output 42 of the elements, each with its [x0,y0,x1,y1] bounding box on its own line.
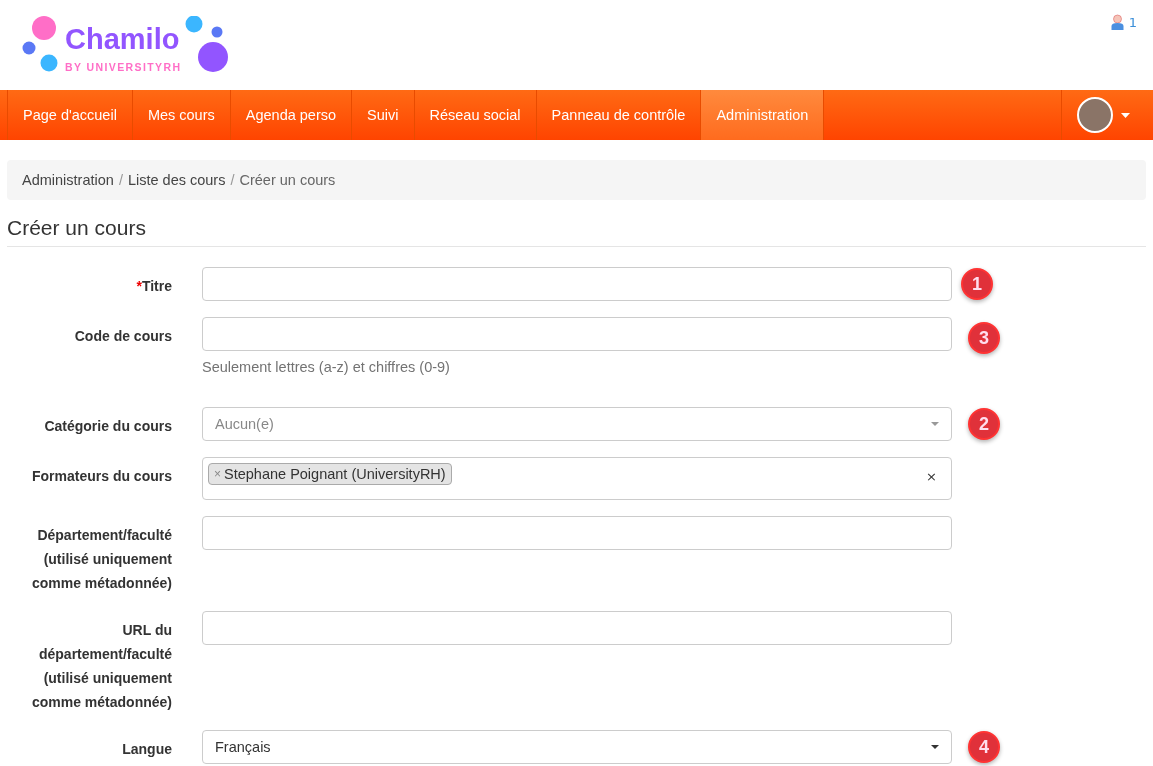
field-label: Formateurs du cours [31,467,172,486]
tag-text: Stephane Poignant (UniversityRH) [224,466,446,482]
number-badge: 3 [968,322,1000,354]
user-count-link[interactable]: 1 [1110,14,1137,30]
clear-button[interactable]: × [926,469,937,484]
number-badge: 1 [961,268,993,300]
logo-name: Chamilo [65,22,180,56]
number-badge: 2 [968,408,1000,440]
breadcrumb-separator: / [117,172,124,188]
user-icon [1110,14,1124,30]
caret-icon [931,422,939,426]
nav-tab[interactable]: Réseau social [414,90,537,140]
field-label: URL du département/faculté (utilisé uniquement comme métadonnée) [30,621,172,712]
field-label: Code de cours [74,327,172,346]
breadcrumb-link[interactable]: Administration [22,172,114,188]
text-input-field[interactable] [202,516,952,550]
caret-icon [1121,112,1130,118]
caret-icon [931,745,939,749]
text-input-field[interactable] [202,267,952,301]
select-dropdown[interactable]: Aucun(e) [202,407,952,441]
select-dropdown[interactable]: Français [202,730,952,764]
breadcrumb-separator: / [229,172,236,188]
nav-tab[interactable]: Agenda perso [230,90,353,140]
nav-tab[interactable]: Page d'accueil [7,90,133,140]
logo-tagline: BY UNIVERSITYRH [65,61,182,73]
field-label: *Titre [136,277,172,296]
nav-tab[interactable]: Mes cours [132,90,231,140]
field-label: Département/faculté (utilisé uniquement comme métadonnée) [30,526,172,593]
tag-remove-button[interactable]: × [214,467,221,481]
avatar-circle[interactable] [1077,97,1113,133]
help-text: Seulement lettres (a-z) et chiffres (0-9) [202,359,451,377]
text-input-field[interactable] [202,611,952,645]
text-input-field[interactable] [202,317,952,351]
breadcrumb-current: Créer un cours [239,172,336,188]
nav-tab[interactable]: Administration [701,90,825,140]
multi-select-field[interactable]: × Stephane Poignant (UniversityRH) × [202,457,952,500]
field-label: Langue [122,740,172,759]
field-label: Catégorie du cours [44,417,172,436]
nav-tab[interactable]: Suivi [352,90,415,140]
number-badge: 4 [968,731,1000,763]
breadcrumb-link[interactable]: Liste des cours [127,172,226,188]
page-heading: Créer un cours [7,216,1146,247]
